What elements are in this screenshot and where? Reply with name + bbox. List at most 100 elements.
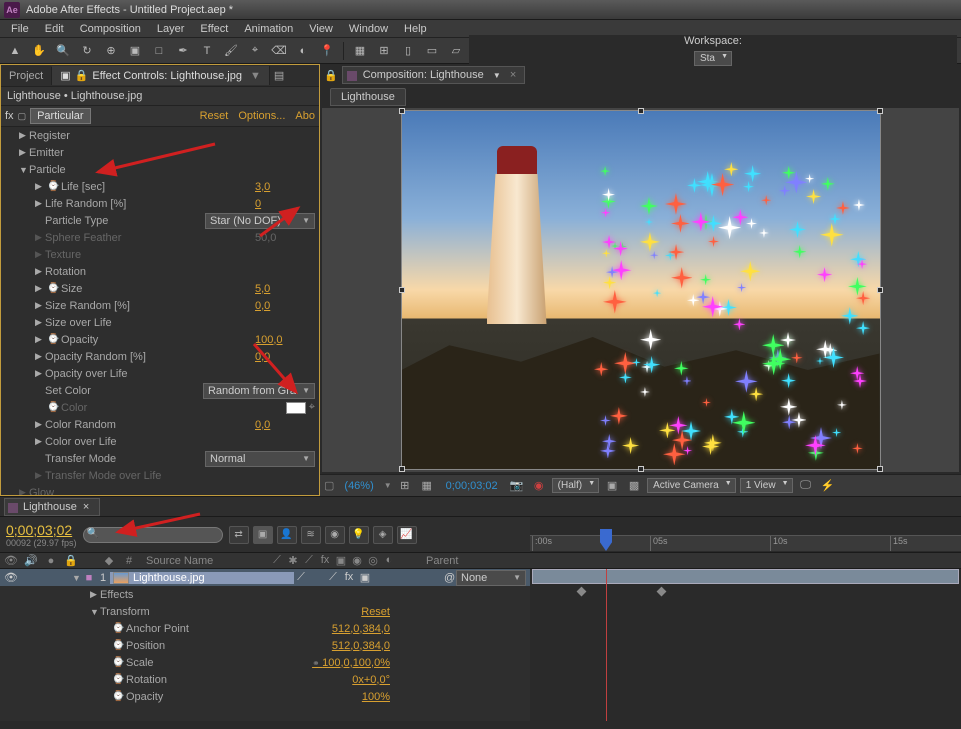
zoom-value[interactable]: (46%) [338,479,379,493]
tab-project[interactable]: Project [1,67,52,85]
pan-behind-tool-icon[interactable]: ▣ [124,41,146,61]
zoom-tool-icon[interactable]: 🔍 [52,41,74,61]
group-emitter[interactable]: Emitter [1,144,319,161]
menu-layer[interactable]: Layer [150,22,192,36]
prop-layer-opacity[interactable]: ⌚Opacity100% [0,688,530,705]
audio-col-icon[interactable]: 🔊 [24,554,38,567]
snapshot-icon[interactable]: 📷 [508,478,526,494]
motion-blur-icon[interactable]: ◉ [325,526,345,544]
views-dropdown[interactable]: 1 View [740,478,793,493]
comp-mini-flowchart-icon[interactable]: ⇄ [229,526,249,544]
layer-name[interactable]: Lighthouse.jpg [110,572,294,584]
camera-tool-icon[interactable]: ⊕ [100,41,122,61]
camera-dropdown[interactable]: Active Camera [647,478,736,493]
viewport[interactable] [322,108,959,472]
shy-layercol-icon[interactable]: ⟋ [270,554,284,567]
video-col-icon[interactable]: 👁 [4,554,18,567]
layer-row[interactable]: 👁 ■ 1 Lighthouse.jpg ⟋⟋fx ▣ @ None [0,569,530,586]
clone-tool-icon[interactable]: ⌖ [244,41,266,61]
selection-tool-icon[interactable]: ▲ [4,41,26,61]
close-icon[interactable]: × [510,69,516,81]
transform-reset[interactable]: Reset [361,606,390,618]
timeline-tracks[interactable] [530,569,961,721]
group-register[interactable]: Register [1,127,319,144]
comp-canvas[interactable] [401,110,881,470]
expand-layer-icon[interactable] [72,573,82,583]
parent-dropdown[interactable]: None [456,570,526,586]
chevron-down-icon[interactable]: ▼ [493,71,501,80]
prop-rotation[interactable]: ⌚Rotation0x+0,0° [0,671,530,688]
prop-position[interactable]: ⌚Position512,0,384,0 [0,637,530,654]
menu-edit[interactable]: Edit [38,22,71,36]
prop-size[interactable]: ⌚Size5,0 [1,280,319,297]
channels-icon[interactable]: ◉ [530,478,548,494]
rotate-tool-icon[interactable]: ↻ [76,41,98,61]
prop-opacity-random[interactable]: Opacity Random [%]0,0 [1,348,319,365]
menu-help[interactable]: Help [397,22,434,36]
hand-tool-icon[interactable]: ✋ [28,41,50,61]
tool-icon[interactable]: ▯ [397,41,419,61]
comp-subtab[interactable]: Lighthouse [330,88,406,106]
set-color-dropdown[interactable]: Random from Gra [203,383,315,399]
effect-options-link[interactable]: Options... [238,110,285,122]
effect-name[interactable]: Particular [30,108,90,124]
tab-effect-controls[interactable]: ▣ 🔒 Effect Controls: Lighthouse.jpg ▼ [52,66,270,85]
search-input[interactable] [83,527,223,543]
close-icon[interactable]: × [83,501,89,513]
workspace-dropdown[interactable]: Sta [694,51,732,66]
effect-about-link[interactable]: Abo [295,110,315,122]
chevron-down-icon[interactable]: ▼ [384,481,392,490]
resolution-dropdown[interactable]: (Half) [552,478,599,493]
prop-scale[interactable]: ⌚Scale⚭ 100,0,100,0% [0,654,530,671]
group-glow[interactable]: Glow [1,484,319,495]
snap-tool-icon[interactable]: ▦ [349,41,371,61]
region-icon[interactable]: ▣ [603,478,621,494]
timecode[interactable]: 0;00;03;02 [6,522,77,538]
menu-composition[interactable]: Composition [73,22,148,36]
lock-col-icon[interactable]: 🔒 [64,554,78,567]
color-swatch[interactable] [286,402,306,414]
mask-rect-tool-icon[interactable]: □ [148,41,170,61]
brainstorm-icon[interactable]: 💡 [349,526,369,544]
auto-open-tool-icon[interactable]: ⊞ [373,41,395,61]
layer-transform-group[interactable]: TransformReset [0,603,530,620]
comp-tab[interactable]: Composition: Lighthouse ▼ × [342,66,526,84]
menu-effect[interactable]: Effect [193,22,235,36]
source-name-col[interactable]: Source Name [142,555,264,567]
brush-tool-icon[interactable]: 🖌 [220,41,242,61]
group-particle[interactable]: Particle [1,161,319,178]
menu-animation[interactable]: Animation [237,22,300,36]
transfer-mode-dropdown[interactable]: Normal [205,451,315,467]
layer-duration-bar[interactable] [532,569,959,584]
prop-life[interactable]: ⌚Life [sec]3,0 [1,178,319,195]
label-color[interactable]: ■ [82,572,96,584]
guides-icon[interactable]: ▦ [418,478,436,494]
layer-effects-group[interactable]: Effects [0,586,530,603]
fx-toggle-icon[interactable]: ▢ [18,111,27,122]
viewer-time[interactable]: 0;00;03;02 [440,479,504,493]
prop-color-over-life[interactable]: Color over Life [1,433,319,450]
grid-icon[interactable]: ⊞ [396,478,414,494]
view-option-icon[interactable]: 🖵 [797,478,815,494]
tool-icon[interactable]: ▭ [421,41,443,61]
prop-size-over-life[interactable]: Size over Life [1,314,319,331]
video-toggle-icon[interactable]: 👁 [4,571,18,584]
shy-icon[interactable]: 👤 [277,526,297,544]
tool-icon[interactable]: ▱ [445,41,467,61]
eyedropper-icon[interactable]: ⌖ [309,401,315,414]
expand-icon[interactable]: ▢ [324,479,334,492]
label-col-icon[interactable]: ◆ [102,554,116,567]
lock-icon[interactable]: 🔒 [324,69,338,82]
close-icon[interactable]: ▼ [250,70,261,82]
solo-col-icon[interactable]: ● [44,555,58,567]
roto-brush-tool-icon[interactable]: ◐ [292,41,314,61]
effect-reset-link[interactable]: Reset [200,110,229,122]
eraser-tool-icon[interactable]: ⌫ [268,41,290,61]
prop-opacity-over-life[interactable]: Opacity over Life [1,365,319,382]
pickwhip-icon[interactable]: @ [444,572,456,584]
fast-preview-icon[interactable]: ⚡ [819,478,837,494]
prop-color-random[interactable]: Color Random0,0 [1,416,319,433]
transparency-icon[interactable]: ▩ [625,478,643,494]
prop-anchor-point[interactable]: ⌚Anchor Point512,0,384,0 [0,620,530,637]
current-time-indicator[interactable] [606,569,607,721]
